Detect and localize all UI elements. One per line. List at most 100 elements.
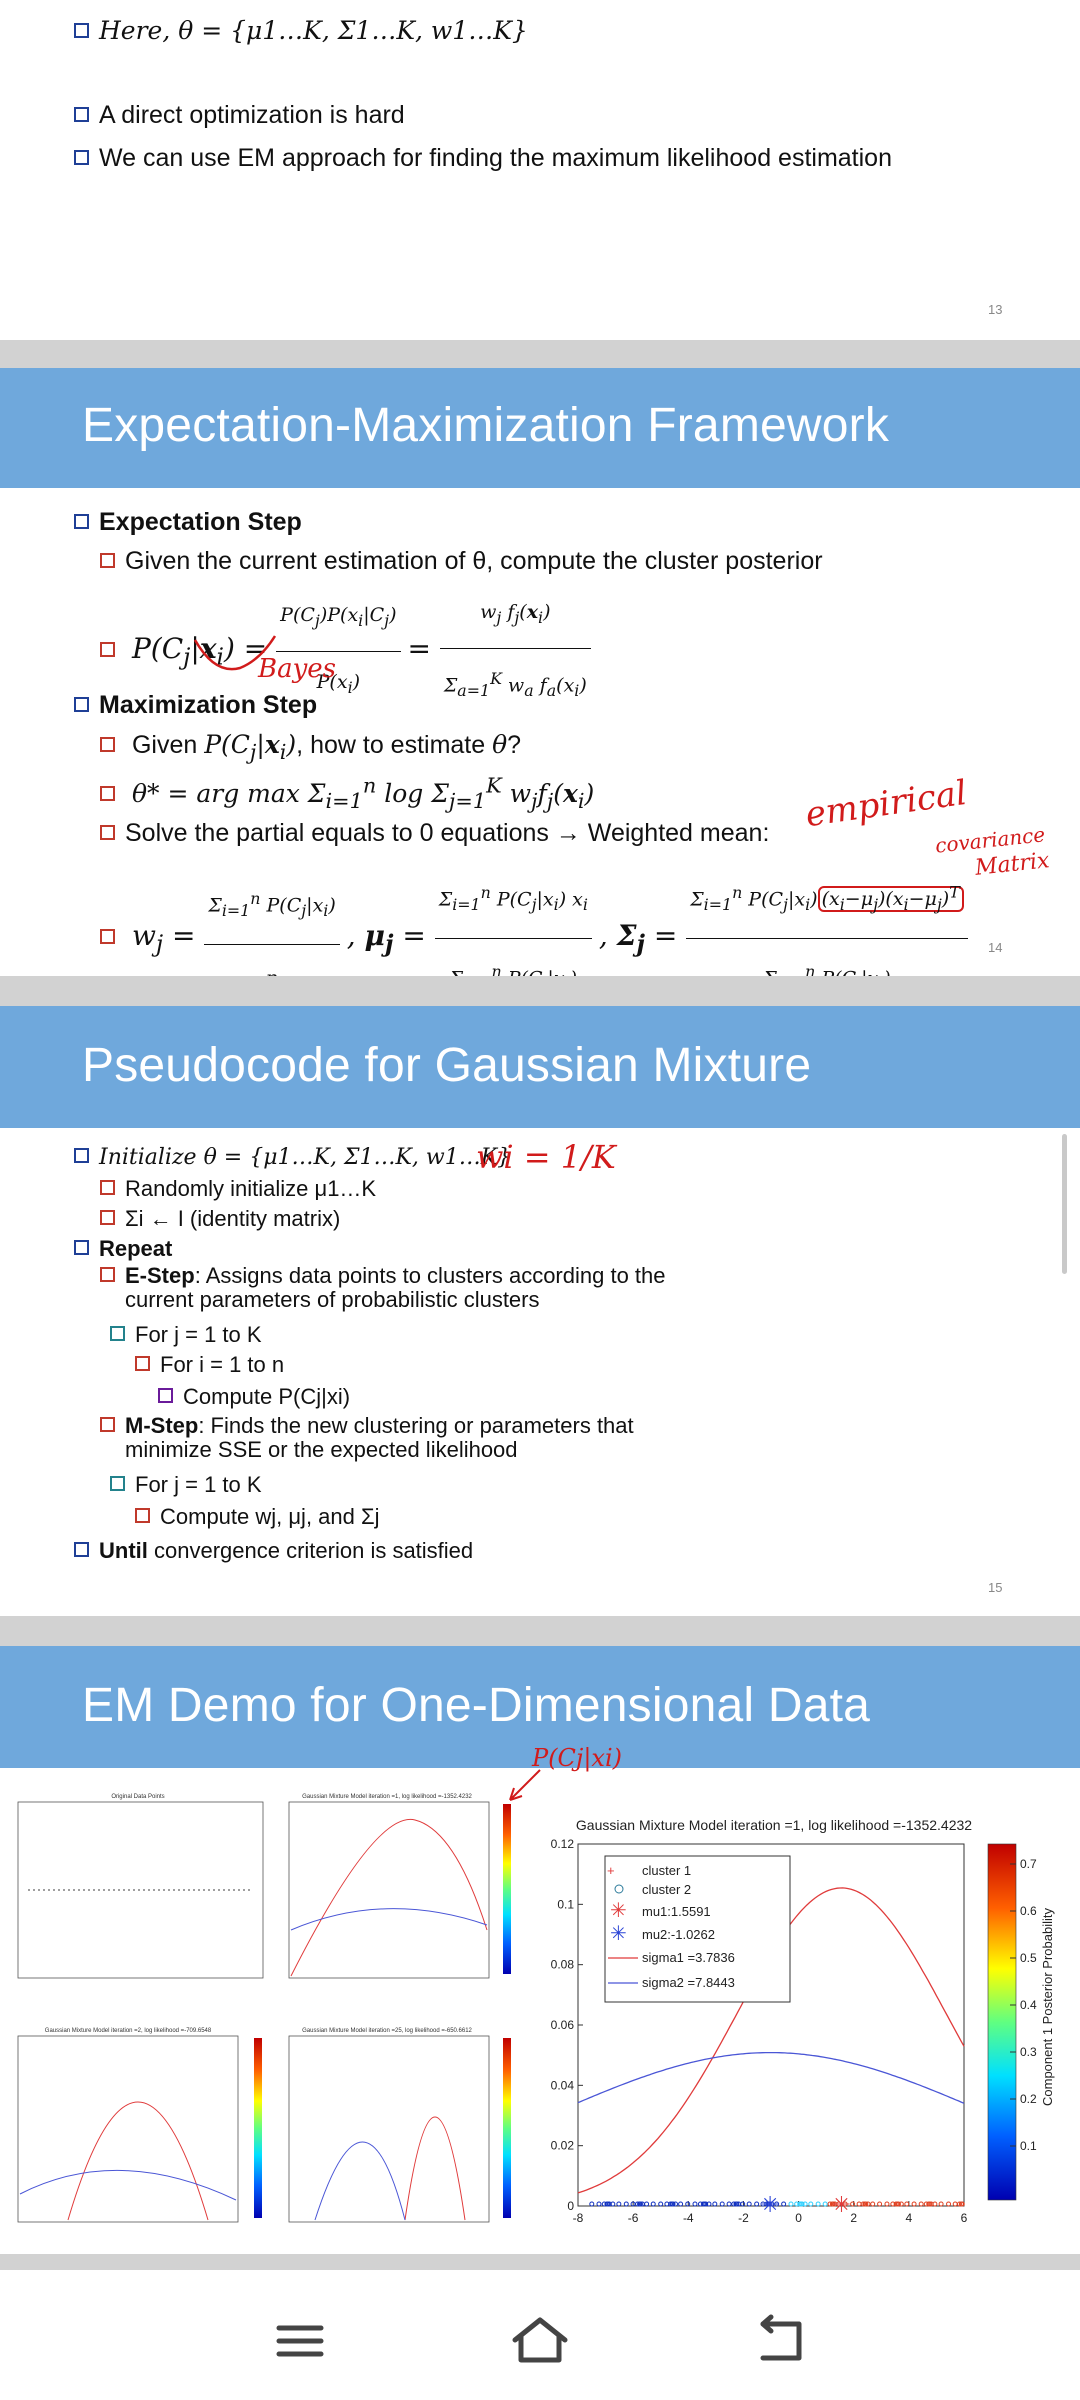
scrollbar-thumb[interactable] (1062, 1134, 1067, 1274)
x-tick-label: -8 (573, 2211, 584, 2225)
pseudo-repeat: Repeat (74, 1234, 172, 1264)
mean-marker: ✳ (761, 2193, 779, 2218)
expectation-step-heading: Expectation Step (74, 507, 302, 537)
matrix-annotation: Matrix (973, 848, 1051, 881)
slide-title-band: Expectation-Maximization Framework (0, 368, 1080, 488)
colorbar-label: Component 1 Posterior Probability (1040, 1908, 1055, 2106)
y-tick-label: 0.06 (551, 2018, 575, 2032)
data-point (918, 2201, 924, 2207)
theta-definition: Here, θ = {μ1…K, Σ1…K, w1…K} (74, 16, 528, 46)
data-point (856, 2201, 862, 2207)
colorbar-tick-label: 0.1 (1020, 2139, 1037, 2153)
data-point (808, 2201, 814, 2207)
y-tick-label: 0.1 (557, 1897, 574, 1911)
bullet-icon (74, 23, 89, 38)
thumb-title: Gaussian Mixture Model iteration =1, log… (302, 1794, 472, 1800)
bullet-icon (158, 1388, 173, 1403)
data-point (877, 2201, 883, 2207)
pseudo-identity: Σi ← I (identity matrix) (100, 1204, 340, 1234)
pseudo-compute-posterior: Compute P(Cj|xi) (158, 1382, 350, 1412)
slide-13: Here, θ = {μ1…K, Σ1…K, w1…K} A direct op… (0, 0, 1080, 340)
slide-divider (0, 976, 1080, 1006)
legend-item: + (607, 1863, 615, 1878)
pseudo-initialize: Initialize θ = {μ1…K, Σ1…K, w1…K} (74, 1142, 511, 1173)
slide-15: Pseudocode for Gaussian Mixture Initiali… (0, 1006, 1080, 1616)
bullet-icon (100, 642, 115, 658)
gmm-iteration-chart: Gaussian Mixture Model iteration =1, log… (551, 1817, 1055, 2225)
colorbar-tick-label: 0.5 (1020, 1951, 1037, 1965)
data-point (623, 2201, 629, 2207)
thumb-title: Gaussian Mixture Model iteration =2, log… (45, 2028, 212, 2034)
mean-marker: ✳ (832, 2193, 850, 2218)
y-tick-label: 0.02 (551, 2139, 575, 2153)
pseudo-random-init: Randomly initialize μ1…K (100, 1174, 376, 1204)
data-point (952, 2201, 958, 2207)
legend-item-label: sigma1 =3.7836 (642, 1950, 735, 1965)
data-point (726, 2201, 732, 2207)
data-point (788, 2201, 794, 2207)
back-icon (760, 2314, 802, 2361)
series-line-2 (577, 2051, 965, 2104)
x-tick-label: -6 (628, 2211, 639, 2225)
bullet-icon (74, 1240, 89, 1255)
legend-item: ✳ (610, 1923, 627, 1945)
bullet-icon (100, 786, 115, 802)
expectation-desc: Given the current estimation of θ, compu… (100, 546, 823, 576)
x-tick-label: -4 (683, 2211, 694, 2225)
x-tick-label: 6 (961, 2211, 968, 2225)
bullet-icon (74, 150, 89, 165)
navigation-bar (0, 2270, 1080, 2400)
legend-item-label: mu2:-1.0262 (642, 1927, 715, 1942)
slide-title: Pseudocode for Gaussian Mixture (82, 1039, 812, 1092)
thumb-title: Original Data Points (111, 1794, 164, 1800)
empirical-annotation: empirical (803, 772, 970, 836)
data-point (712, 2201, 718, 2207)
data-point (644, 2201, 650, 2207)
legend-item-label: cluster 1 (642, 1863, 691, 1878)
x-tick-label: 2 (850, 2211, 857, 2225)
pseudo-mstep: M-Step: Finds the new clustering or para… (100, 1414, 634, 1462)
thumb-title: Gaussian Mixture Model iteration =25, lo… (302, 2028, 472, 2034)
bullet-icon (100, 1210, 115, 1225)
home-button[interactable] (505, 2310, 575, 2370)
data-point (815, 2201, 821, 2207)
y-tick-label: 0.12 (551, 1837, 575, 1851)
argmax-equation: θ* = arg max Σi=1n log Σj=1K wjfj(xi) (100, 771, 594, 816)
data-point (740, 2201, 746, 2207)
back-button[interactable] (745, 2310, 815, 2370)
data-point (658, 2201, 664, 2207)
slide-divider (0, 340, 1080, 368)
menu-button[interactable] (265, 2310, 335, 2370)
slide-14: Expectation-Maximization Framework Expec… (0, 368, 1080, 993)
thumb-iteration-25: Gaussian Mixture Model iteration =25, lo… (288, 2028, 511, 2223)
bayes-annotation: Bayes (258, 654, 337, 684)
pseudo-for-i: For i = 1 to n (135, 1350, 284, 1380)
slide-title-band: Pseudocode for Gaussian Mixture (0, 1006, 1080, 1128)
data-point (781, 2201, 787, 2207)
data-point (822, 2201, 828, 2207)
bullet-icon (110, 1476, 125, 1491)
data-point (870, 2201, 876, 2207)
bullet-icon (100, 737, 115, 752)
bullet-icon (74, 1542, 89, 1557)
colorbar-tick-label: 0.6 (1020, 1904, 1037, 1918)
bullet-icon (135, 1356, 150, 1371)
x-tick-label: 0 (795, 2211, 802, 2225)
bullet-icon (100, 1180, 115, 1195)
thumb-iteration-2: Gaussian Mixture Model iteration =2, log… (17, 2028, 262, 2223)
bullet-icon (110, 1326, 125, 1341)
data-point (754, 2201, 760, 2207)
data-point (904, 2201, 910, 2207)
pseudo-estep: E-Step: Assigns data points to clusters … (100, 1264, 666, 1312)
solve-partial-equations: Solve the partial equals to 0 equations … (100, 818, 769, 848)
home-icon (512, 2317, 568, 2363)
bullet-icon (74, 514, 89, 529)
bullet-icon (74, 107, 89, 122)
weight-init-annotation: wi = 1/K (476, 1138, 616, 1176)
colorbar-tick-label: 0.3 (1020, 2045, 1037, 2059)
data-point (596, 2201, 602, 2207)
bullet-icon (74, 697, 89, 712)
slide-divider (0, 1616, 1080, 1646)
y-tick-label: 0 (567, 2199, 574, 2213)
x-tick-label: -2 (738, 2211, 749, 2225)
